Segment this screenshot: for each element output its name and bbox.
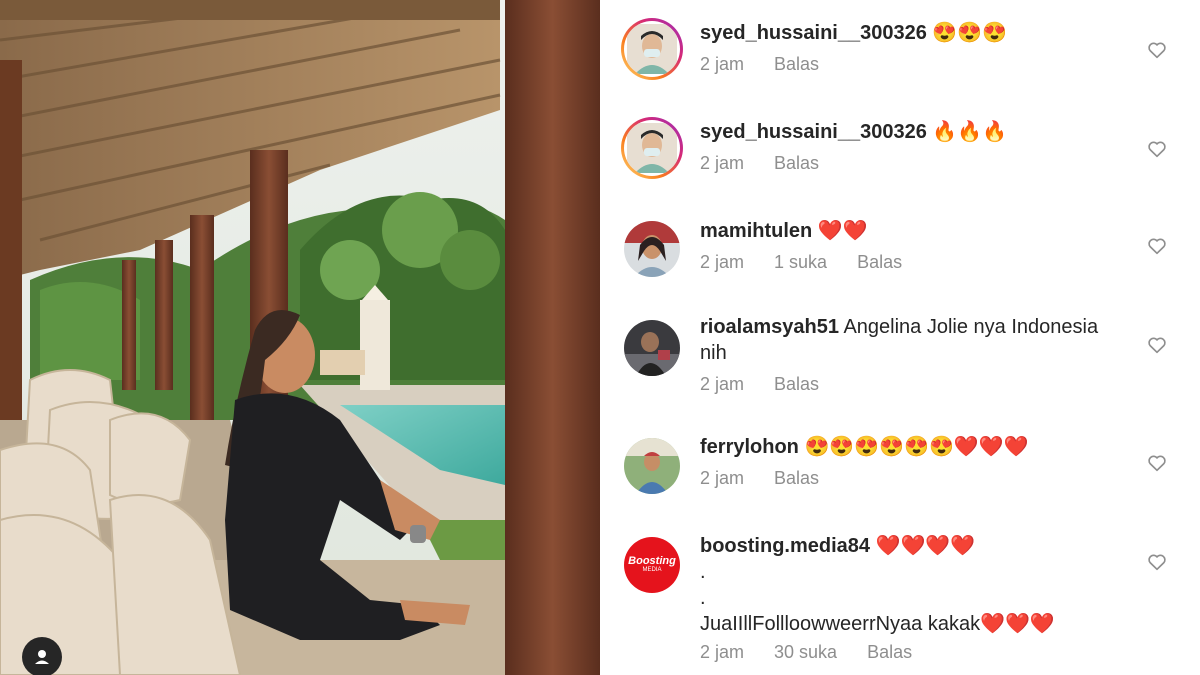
like-heart-icon[interactable] — [1146, 551, 1168, 573]
comment-username[interactable]: syed_hussaini__300326 — [700, 121, 927, 143]
comment-likes-count[interactable]: 30 suka — [774, 642, 837, 663]
like-heart-icon[interactable] — [1146, 138, 1168, 160]
comment-username[interactable]: rioalamsyah51 — [700, 316, 839, 338]
villa-photo-illustration — [0, 0, 600, 675]
comment-username[interactable]: boosting.media84 — [700, 535, 870, 557]
comment-time[interactable]: 2 jam — [700, 374, 744, 395]
post-photo — [0, 0, 600, 675]
comment-likes-count[interactable]: 1 suka — [774, 252, 827, 273]
comment-time[interactable]: 2 jam — [700, 153, 744, 174]
comment-username[interactable]: syed_hussaini__300326 — [700, 22, 927, 44]
boosting-media-logo-text: Boosting — [628, 555, 676, 567]
avatar[interactable] — [624, 221, 680, 277]
avatar[interactable] — [624, 320, 680, 376]
like-heart-icon[interactable] — [1146, 334, 1168, 356]
boosting-media-logo-subtext: MEDIA — [642, 567, 662, 573]
avatar[interactable] — [621, 18, 683, 80]
like-heart-icon[interactable] — [1146, 452, 1168, 474]
comment-time[interactable]: 2 jam — [700, 468, 744, 489]
user-tag-icon — [35, 650, 49, 664]
comment-text-line: . — [700, 561, 706, 583]
comment-text-line: . — [700, 587, 706, 609]
reply-button[interactable]: Balas — [857, 252, 902, 273]
comment-username[interactable]: mamihtulen — [700, 220, 812, 242]
woman-avatar-icon — [624, 221, 680, 277]
man-outdoor-avatar-icon — [624, 438, 680, 494]
post-layout: syed_hussaini__300326 😍😍😍 2 jam Balas sy… — [0, 0, 1200, 675]
reply-button[interactable]: Balas — [774, 153, 819, 174]
user-selfie-avatar-icon — [627, 24, 677, 74]
reply-button[interactable]: Balas — [867, 642, 912, 663]
comment-time[interactable]: 2 jam — [700, 252, 744, 273]
reply-button[interactable]: Balas — [774, 374, 819, 395]
man-avatar-icon — [624, 320, 680, 376]
tagged-users-button[interactable] — [22, 637, 62, 675]
like-heart-icon[interactable] — [1146, 39, 1168, 61]
comment-time[interactable]: 2 jam — [700, 642, 744, 663]
comment-text-line: JuaIIllFollloowweerrNyaa kakak❤️❤️❤️ — [700, 613, 1055, 635]
comment-text: 🔥🔥🔥 — [932, 121, 1008, 143]
comments-list: syed_hussaini__300326 😍😍😍 2 jam Balas sy… — [600, 0, 1200, 675]
user-selfie-avatar-icon — [627, 123, 677, 173]
avatar[interactable]: Boosting MEDIA — [624, 537, 680, 593]
avatar[interactable] — [621, 117, 683, 179]
reply-button[interactable]: Balas — [774, 54, 819, 75]
like-heart-icon[interactable] — [1146, 235, 1168, 257]
comment-username[interactable]: ferrylohon — [700, 436, 799, 458]
comment-text: ❤️❤️ — [817, 220, 868, 242]
comment-text: 😍😍😍😍😍😍❤️❤️❤️ — [804, 436, 1029, 458]
comment-text: ❤️❤️❤️❤️ — [875, 535, 976, 557]
reply-button[interactable]: Balas — [774, 468, 819, 489]
comment-text: 😍😍😍 — [932, 22, 1008, 44]
avatar[interactable] — [624, 438, 680, 494]
comment-time[interactable]: 2 jam — [700, 54, 744, 75]
